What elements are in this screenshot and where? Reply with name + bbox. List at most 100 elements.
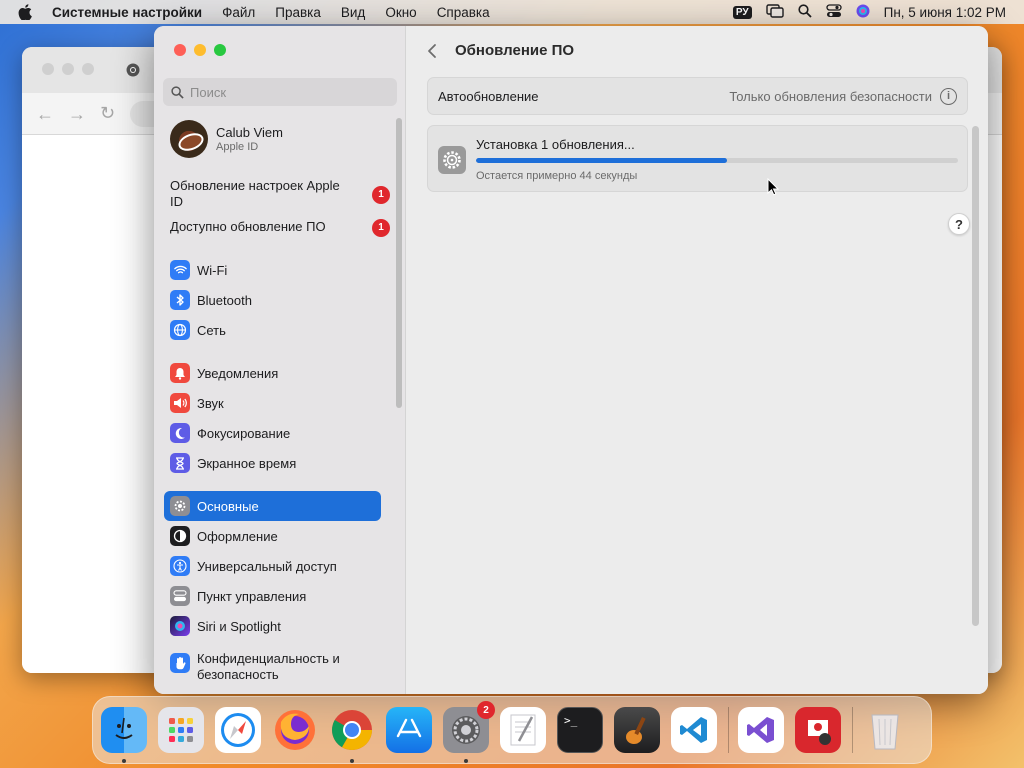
notice-label: Обновление настроек Apple ID: [170, 178, 340, 209]
sidebar-item-label: Конфиденциальность и безопасность: [197, 651, 340, 682]
wifi-icon: [170, 260, 190, 280]
menu-view[interactable]: Вид: [341, 5, 365, 20]
menu-help[interactable]: Справка: [437, 5, 490, 20]
sidebar-item-focus[interactable]: Фокусирование: [164, 418, 381, 448]
window-controls: [174, 44, 226, 56]
bell-icon: [170, 363, 190, 383]
input-language-indicator[interactable]: РУ: [732, 5, 752, 19]
sidebar-item-wifi[interactable]: Wi-Fi: [164, 255, 381, 285]
dock-launchpad-icon[interactable]: [158, 707, 204, 753]
search-placeholder: Поиск: [190, 84, 227, 100]
settings-sidebar: Поиск Calub Viem Apple ID Обновление нас…: [154, 26, 406, 694]
appearance-icon: [170, 526, 190, 546]
sidebar-item-privacy-security[interactable]: Конфиденциальность и безопасность: [164, 646, 381, 686]
help-button[interactable]: ?: [948, 213, 970, 235]
browser-back-icon[interactable]: ←: [36, 104, 54, 125]
screen-mirroring-icon[interactable]: [765, 3, 784, 21]
siri-icon[interactable]: [856, 4, 870, 21]
dock-app-store-icon[interactable]: [386, 707, 432, 753]
hourglass-icon: [170, 453, 190, 473]
dock-firefox-icon[interactable]: [272, 707, 318, 753]
sidebar-item-control-center[interactable]: Пункт управления: [164, 581, 381, 611]
dock: 2 >_: [92, 696, 932, 764]
close-button[interactable]: [174, 44, 186, 56]
notice-label: Доступно обновление ПО: [170, 219, 326, 234]
menubar-clock[interactable]: Пн, 5 июня 1:02 PM: [884, 5, 1006, 20]
install-time-remaining: Остается примерно 44 секунды: [476, 170, 638, 182]
browser-zoom-dot[interactable]: [82, 63, 94, 75]
hand-icon: [170, 653, 190, 673]
sidebar-item-accessibility[interactable]: Универсальный доступ: [164, 551, 381, 581]
search-icon: [171, 85, 184, 99]
sidebar-item-siri-spotlight[interactable]: Siri и Spotlight: [164, 611, 381, 641]
sidebar-item-label: Универсальный доступ: [197, 558, 337, 574]
control-center-icon[interactable]: [825, 3, 842, 21]
apple-id-profile[interactable]: Calub Viem Apple ID: [170, 119, 400, 159]
software-update-gear-icon: [438, 146, 466, 174]
back-chevron-icon[interactable]: [427, 43, 437, 64]
sidebar-scrollbar[interactable]: [396, 118, 402, 408]
system-settings-window: Поиск Calub Viem Apple ID Обновление нас…: [154, 26, 988, 694]
install-progress-fill: [476, 158, 727, 163]
sidebar-item-label: Пункт управления: [197, 588, 307, 604]
menu-file[interactable]: Файл: [222, 5, 255, 20]
avatar: [170, 120, 208, 158]
dock-trash-icon[interactable]: [862, 707, 908, 753]
chrome-tab-icon[interactable]: [126, 63, 140, 80]
sidebar-item-network[interactable]: Сеть: [164, 315, 381, 345]
sidebar-item-bluetooth[interactable]: Bluetooth: [164, 285, 381, 315]
apple-id-update-notice[interactable]: Обновление настроек Apple ID 1: [170, 178, 390, 210]
sidebar-item-label: Bluetooth: [197, 292, 252, 308]
dock-safari-icon[interactable]: [215, 707, 261, 753]
sidebar-item-label: Уведомления: [197, 365, 279, 381]
sidebar-item-screen-time[interactable]: Экранное время: [164, 448, 381, 478]
sidebar-item-label: Основные: [197, 498, 259, 514]
browser-close-dot[interactable]: [42, 63, 54, 75]
sidebar-item-general[interactable]: Основные: [164, 491, 381, 521]
notification-badge: 1: [372, 219, 390, 237]
bluetooth-icon: [170, 290, 190, 310]
minimize-button[interactable]: [194, 44, 206, 56]
main-scrollbar[interactable]: [972, 126, 979, 626]
gear-icon: [170, 496, 190, 516]
sidebar-item-appearance[interactable]: Оформление: [164, 521, 381, 551]
menu-app-name[interactable]: Системные настройки: [52, 5, 202, 20]
install-progress-bar: [476, 158, 958, 163]
info-icon[interactable]: i: [940, 87, 957, 105]
menu-window[interactable]: Окно: [385, 5, 416, 20]
running-indicator: [122, 759, 126, 763]
dock-textedit-icon[interactable]: [500, 707, 546, 753]
menu-bar: Системные настройки Файл Правка Вид Окно…: [0, 0, 1024, 24]
apple-menu-icon[interactable]: [18, 4, 38, 20]
sidebar-item-label: Фокусирование: [197, 425, 291, 441]
sidebar-item-sound[interactable]: Звук: [164, 388, 381, 418]
dock-separator: [728, 707, 729, 753]
sidebar-item-label: Siri и Spotlight: [197, 618, 281, 634]
update-install-card: Установка 1 обновления... Остается приме…: [427, 125, 968, 192]
search-field[interactable]: Поиск: [163, 78, 397, 106]
dock-finder-icon[interactable]: [101, 707, 147, 763]
zoom-button[interactable]: [214, 44, 226, 56]
browser-reload-icon[interactable]: ↻: [100, 103, 115, 124]
dock-visual-studio-icon[interactable]: [738, 707, 784, 753]
dock-chrome-icon[interactable]: [329, 707, 375, 763]
sidebar-item-label: Сеть: [197, 322, 226, 338]
install-status-title: Установка 1 обновления...: [476, 137, 635, 152]
dock-system-settings-icon[interactable]: 2: [443, 701, 495, 763]
browser-forward-icon[interactable]: →: [68, 104, 86, 125]
sidebar-item-notifications[interactable]: Уведомления: [164, 358, 381, 388]
auto-update-label: Автообновление: [438, 88, 539, 104]
browser-minimize-dot[interactable]: [62, 63, 74, 75]
menu-edit[interactable]: Правка: [275, 5, 321, 20]
dock-vscode-icon[interactable]: [671, 707, 717, 753]
siri-icon: [170, 616, 190, 636]
speaker-icon: [170, 393, 190, 413]
auto-update-value: Только обновления безопасности: [729, 88, 932, 104]
dock-garageband-icon[interactable]: [614, 707, 660, 753]
dock-photo-booth-icon[interactable]: [795, 707, 841, 753]
spotlight-search-icon[interactable]: [798, 3, 812, 21]
profile-subtitle: Apple ID: [216, 141, 259, 153]
software-update-notice[interactable]: Доступно обновление ПО 1: [170, 219, 390, 237]
globe-icon: [170, 320, 190, 340]
dock-terminal-icon[interactable]: >_: [557, 707, 603, 753]
